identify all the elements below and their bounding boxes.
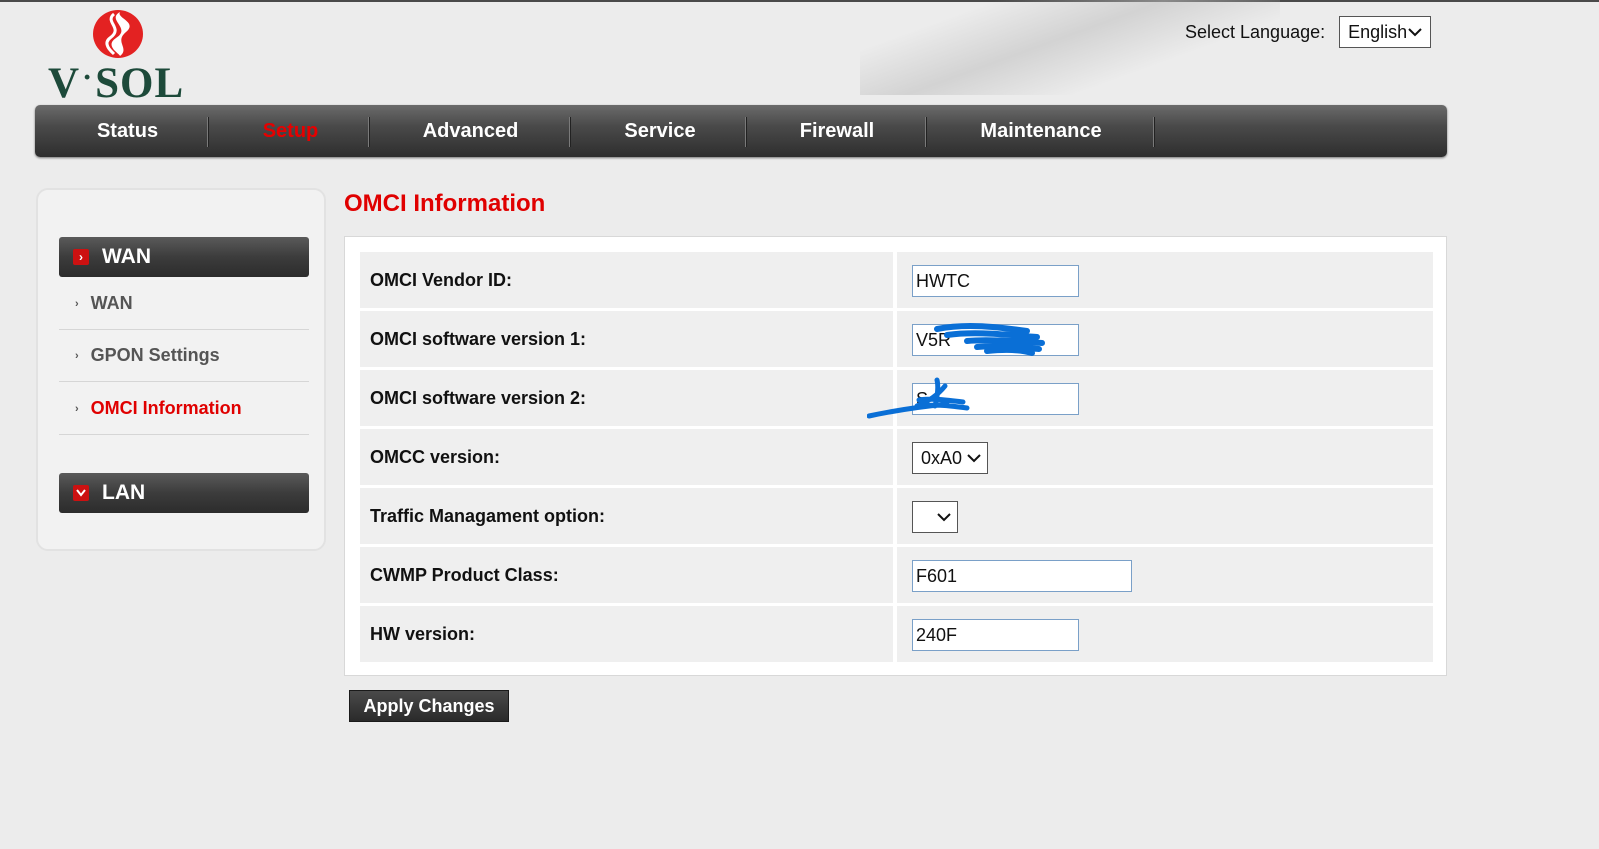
chevron-down-icon xyxy=(937,513,951,522)
hw-version-input[interactable]: 240F xyxy=(912,619,1079,651)
language-selected-value: English xyxy=(1348,21,1408,42)
select-value: 0xA0 xyxy=(921,447,963,468)
cwmp-product-class-input[interactable]: F601 xyxy=(912,560,1132,592)
sidebar-item-label: GPON Settings xyxy=(90,345,220,365)
nav-service[interactable]: Service xyxy=(575,105,745,157)
sidebar-item-label: OMCI Information xyxy=(90,398,242,418)
vsol-logo: V·SOL xyxy=(48,8,208,105)
form-row-traffic-management: Traffic Managament option: xyxy=(360,488,1433,544)
language-selector: Select Language: English xyxy=(1185,16,1432,48)
omci-form-panel: OMCI Vendor ID: HWTC OMCI software versi… xyxy=(344,236,1447,676)
logo-flame-icon xyxy=(93,10,143,58)
form-row-omcc-version: OMCC version: 0xA0 xyxy=(360,429,1433,485)
top-border xyxy=(0,0,1599,2)
traffic-management-select[interactable] xyxy=(912,501,958,533)
form-row-software-version-1: OMCI software version 1: V5R xyxy=(360,311,1433,367)
nav-advanced[interactable]: Advanced xyxy=(373,105,568,157)
omci-software-version-1-input[interactable]: V5R xyxy=(912,324,1079,356)
sidebar: › WAN › WAN › GPON Settings › OMCI Infor… xyxy=(36,188,326,551)
field-value-cell: 0xA0 xyxy=(897,429,1433,485)
sidebar-item-wan[interactable]: › WAN xyxy=(59,278,309,330)
nav-divider xyxy=(207,117,208,147)
field-value-cell: V5R xyxy=(897,311,1433,367)
sidebar-item-label: WAN xyxy=(90,293,133,313)
nav-setup[interactable]: Setup xyxy=(213,105,368,157)
sidebar-item-gpon-settings[interactable]: › GPON Settings xyxy=(59,330,309,382)
omci-vendor-id-input[interactable]: HWTC xyxy=(912,265,1079,297)
nav-maintenance[interactable]: Maintenance xyxy=(931,105,1151,157)
form-row-software-version-2: OMCI software version 2: S xyxy=(360,370,1433,426)
bullet-icon: › xyxy=(75,349,79,362)
sidebar-group-label: WAN xyxy=(102,245,151,268)
bullet-icon: › xyxy=(75,402,79,415)
field-value-cell: HWTC xyxy=(897,252,1433,308)
form-row-vendor-id: OMCI Vendor ID: HWTC xyxy=(360,252,1433,308)
apply-changes-button[interactable]: Apply Changes xyxy=(349,690,509,722)
logo-wordmark: V·SOL xyxy=(48,60,185,107)
nav-divider xyxy=(745,117,746,147)
field-label: CWMP Product Class: xyxy=(360,547,893,603)
field-label: OMCI software version 2: xyxy=(360,370,893,426)
field-value-cell xyxy=(897,488,1433,544)
language-dropdown[interactable]: English xyxy=(1339,16,1432,48)
nav-divider xyxy=(569,117,570,147)
nav-status[interactable]: Status xyxy=(55,105,200,157)
sidebar-group-label: LAN xyxy=(102,481,146,504)
nav-firewall[interactable]: Firewall xyxy=(751,105,923,157)
field-label: OMCC version: xyxy=(360,429,893,485)
field-value-cell: 240F xyxy=(897,606,1433,662)
chevron-down-icon xyxy=(1408,28,1422,37)
field-value-cell: F601 xyxy=(897,547,1433,603)
sidebar-group-wan[interactable]: › WAN xyxy=(59,237,309,277)
sidebar-item-omci-information[interactable]: › OMCI Information xyxy=(59,383,309,435)
omcc-version-select[interactable]: 0xA0 xyxy=(912,442,988,474)
page-title: OMCI Information xyxy=(344,190,546,217)
field-label: OMCI Vendor ID: xyxy=(360,252,893,308)
nav-divider xyxy=(1153,117,1154,147)
chevron-right-icon: › xyxy=(73,249,89,265)
field-value-cell: S xyxy=(867,370,1433,426)
bullet-icon: › xyxy=(75,297,79,310)
field-label: OMCI software version 1: xyxy=(360,311,893,367)
main-nav: Status Setup Advanced Service Firewall M… xyxy=(35,105,1447,157)
nav-divider xyxy=(925,117,926,147)
sidebar-group-lan[interactable]: LAN xyxy=(59,473,309,513)
nav-divider xyxy=(368,117,369,147)
form-row-hw-version: HW version: 240F xyxy=(360,606,1433,662)
omci-software-version-2-input[interactable]: S xyxy=(912,383,1079,415)
form-row-cwmp-product-class: CWMP Product Class: F601 xyxy=(360,547,1433,603)
chevron-down-icon xyxy=(73,485,89,501)
chevron-down-icon xyxy=(967,454,981,463)
language-label: Select Language: xyxy=(1185,21,1326,42)
field-label: Traffic Managament option: xyxy=(360,488,893,544)
field-label: HW version: xyxy=(360,606,893,662)
